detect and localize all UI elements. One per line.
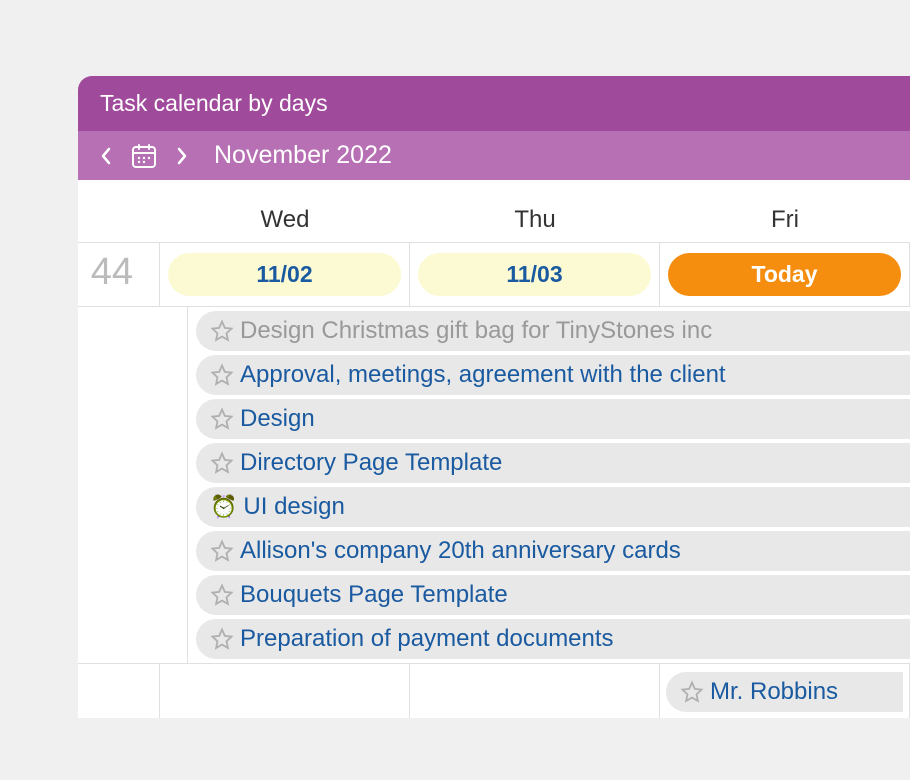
star-icon[interactable]	[210, 627, 234, 651]
task-item[interactable]: Preparation of payment documents	[196, 619, 910, 659]
bottom-cell-fri[interactable]: Mr. Robbins	[660, 664, 910, 718]
chevron-left-icon	[100, 147, 112, 165]
date-cell-wed[interactable]: 11/02	[160, 243, 410, 306]
task-label: Allison's company 20th anniversary cards	[240, 537, 681, 565]
calendar-icon	[130, 142, 158, 170]
star-icon[interactable]	[210, 583, 234, 607]
task-label: Design	[240, 405, 315, 433]
task-item[interactable]: ⏰ UI design	[196, 487, 910, 527]
task-label: Bouquets Page Template	[240, 581, 508, 609]
tasks-list: Design Christmas gift bag for TinyStones…	[188, 307, 910, 663]
task-label: Design Christmas gift bag for TinyStones…	[240, 317, 712, 345]
calendar-grid: Wed Thu Fri 44 11/02 11/03 Today Design …	[78, 180, 910, 718]
task-item[interactable]: Design	[196, 399, 910, 439]
date-cell-fri[interactable]: Today	[660, 243, 910, 306]
today-pill: Today	[668, 253, 901, 296]
star-icon[interactable]	[210, 363, 234, 387]
star-icon[interactable]	[210, 539, 234, 563]
day-header-fri: Fri	[660, 206, 910, 234]
alarm-clock-icon: ⏰	[210, 496, 237, 518]
star-icon[interactable]	[210, 407, 234, 431]
task-item[interactable]: Mr. Robbins	[666, 672, 903, 712]
date-cell-thu[interactable]: 11/03	[410, 243, 660, 306]
bottom-week-spacer	[78, 664, 160, 718]
task-label: Preparation of payment documents	[240, 625, 614, 653]
next-month-button[interactable]	[176, 147, 188, 165]
bottom-row: Mr. Robbins	[78, 664, 910, 718]
current-month-label: November 2022	[214, 141, 392, 170]
calendar-nav-bar: November 2022	[78, 131, 910, 180]
tasks-area: Design Christmas gift bag for TinyStones…	[78, 307, 910, 664]
star-icon[interactable]	[680, 680, 704, 704]
date-pill: 11/02	[168, 253, 401, 296]
task-item[interactable]: Directory Page Template	[196, 443, 910, 483]
day-header-thu: Thu	[410, 206, 660, 234]
calendar-title: Task calendar by days	[78, 76, 910, 131]
star-icon[interactable]	[210, 451, 234, 475]
date-pill: 11/03	[418, 253, 651, 296]
task-calendar: Task calendar by days November 2022 Wed …	[78, 76, 910, 718]
prev-month-button[interactable]	[100, 147, 112, 165]
task-item[interactable]: Approval, meetings, agreement with the c…	[196, 355, 910, 395]
task-label: Directory Page Template	[240, 449, 502, 477]
task-label: Approval, meetings, agreement with the c…	[240, 361, 726, 389]
bottom-cell-thu[interactable]	[410, 664, 660, 718]
task-item[interactable]: Allison's company 20th anniversary cards	[196, 531, 910, 571]
task-label: UI design	[243, 493, 344, 521]
chevron-right-icon	[176, 147, 188, 165]
week-col-spacer	[78, 206, 160, 234]
tasks-left-spacer	[78, 307, 188, 663]
date-row: 44 11/02 11/03 Today	[78, 243, 910, 307]
task-item[interactable]: Bouquets Page Template	[196, 575, 910, 615]
task-item[interactable]: Design Christmas gift bag for TinyStones…	[196, 311, 910, 351]
star-icon[interactable]	[210, 319, 234, 343]
task-label: Mr. Robbins	[710, 678, 838, 706]
week-number: 44	[78, 243, 160, 306]
day-header-wed: Wed	[160, 206, 410, 234]
calendar-picker-button[interactable]	[130, 142, 158, 170]
day-header-row: Wed Thu Fri	[78, 180, 910, 243]
bottom-cell-wed[interactable]	[160, 664, 410, 718]
